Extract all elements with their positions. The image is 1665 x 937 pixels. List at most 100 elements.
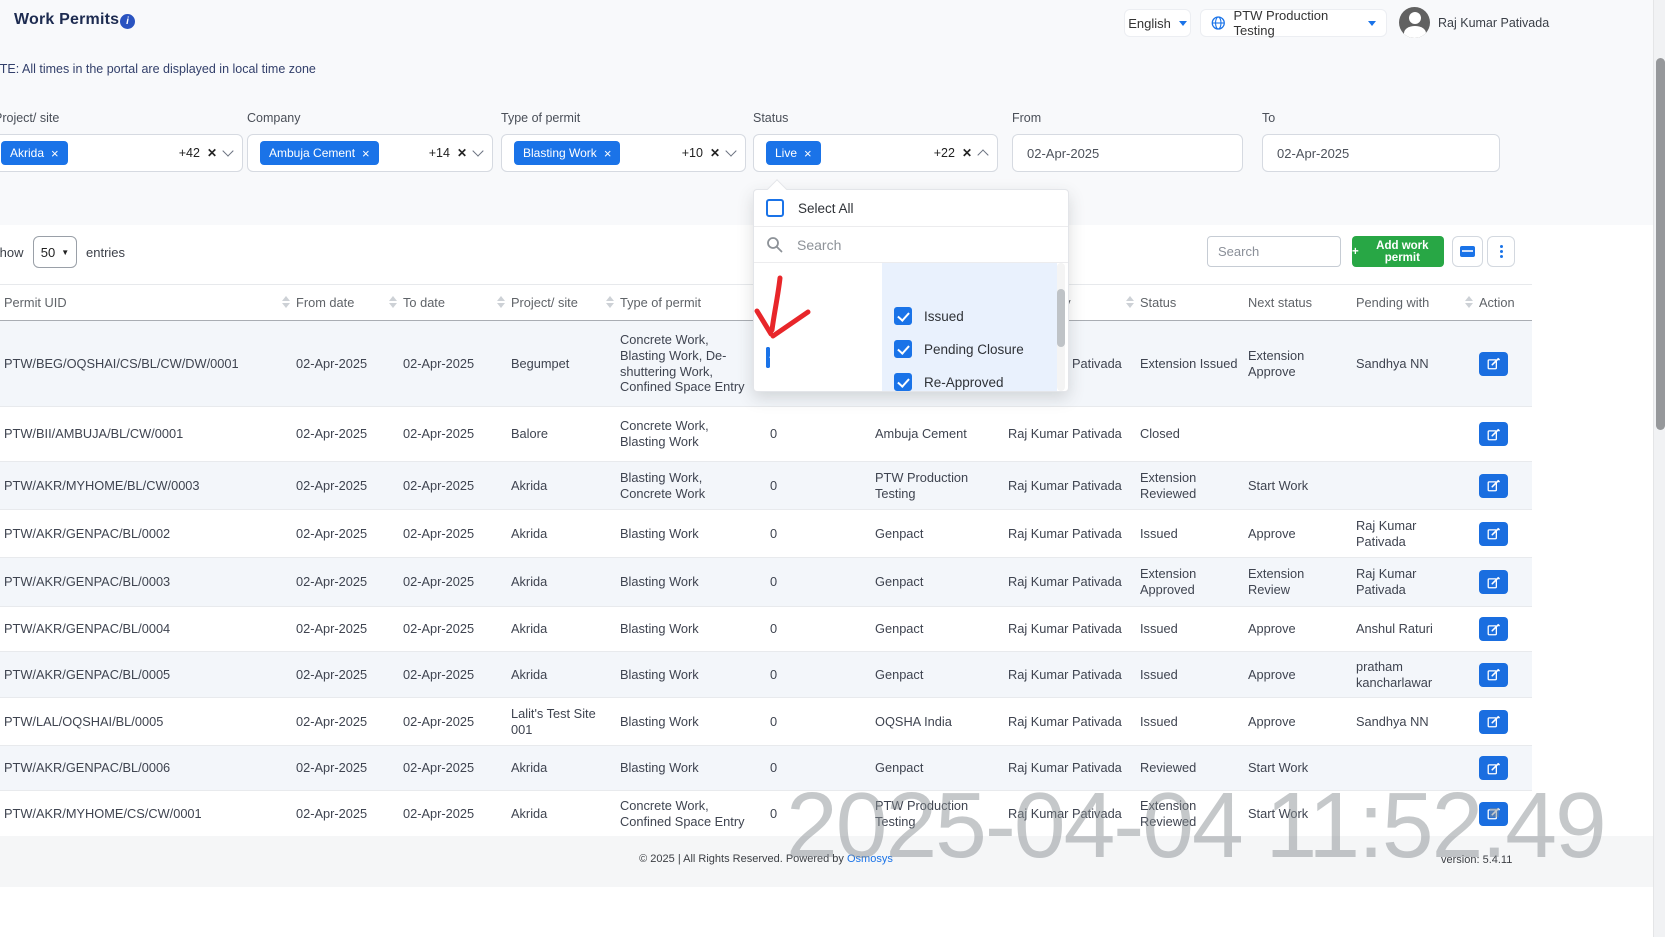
dropdown-search-input[interactable] [797, 237, 1017, 253]
status-chip[interactable]: Live× [766, 141, 821, 165]
chevron-up-icon[interactable] [977, 149, 988, 160]
edit-permit-button[interactable] [1479, 617, 1508, 641]
edit-permit-button[interactable] [1479, 663, 1508, 687]
to-date-field[interactable]: 02-Apr-2025 [1262, 134, 1500, 172]
clear-icon[interactable]: ✕ [962, 146, 972, 160]
column-header-permit-uid[interactable]: Permit UID [0, 285, 292, 321]
action-cell [1475, 462, 1532, 510]
cell: 02-Apr-2025 [292, 510, 399, 558]
clear-icon[interactable]: ✕ [710, 146, 720, 160]
more-count: +22 [934, 146, 955, 160]
page-scrollbar[interactable] [1653, 0, 1665, 937]
user-menu[interactable]: Raj Kumar Pativada [1399, 7, 1549, 38]
action-cell [1475, 607, 1532, 652]
edit-permit-button[interactable] [1479, 422, 1508, 446]
from-date-field[interactable]: 02-Apr-2025 [1012, 134, 1243, 172]
edit-permit-button[interactable] [1479, 352, 1508, 376]
status-option-re-approved[interactable]: Re-Approved [894, 367, 1004, 397]
cell: 02-Apr-2025 [399, 607, 507, 652]
column-header-to-date[interactable]: To date [399, 285, 507, 321]
chevron-down-icon[interactable] [472, 145, 483, 156]
cell: Blasting Work [616, 558, 766, 607]
company-chip[interactable]: Ambuja Cement× [260, 141, 379, 165]
option-checkbox[interactable] [894, 340, 912, 358]
type-of-permit-filter[interactable]: Blasting Work× +10✕ [501, 134, 746, 172]
cell: Extension Approve [1244, 321, 1352, 407]
avatar [1399, 7, 1430, 38]
edit-permit-button[interactable] [1479, 710, 1508, 734]
sort-icon [282, 296, 290, 308]
column-header-project-site[interactable]: Project/ site [507, 285, 616, 321]
option-checkbox[interactable] [894, 307, 912, 325]
edit-icon [1487, 527, 1500, 540]
option-label: Pending Closure [924, 342, 1024, 357]
status-filter[interactable]: Live× +22 ✕ [753, 134, 998, 172]
osmosys-link[interactable]: Osmosys [847, 853, 893, 865]
organization-dropdown[interactable]: PTW Production Testing [1200, 9, 1387, 37]
cell: 0 [766, 510, 871, 558]
project-site-filter[interactable]: Akrida× +42✕ [0, 134, 243, 172]
page-scrollbar-thumb[interactable] [1656, 58, 1665, 430]
column-header-type-of-permit[interactable]: Type of permit [616, 285, 766, 321]
entries-label: entries [86, 245, 125, 260]
page-title: Work Permits [14, 11, 119, 29]
more-options-button[interactable] [1487, 236, 1515, 267]
table-row: PTW/AKR/MYHOME/CS/CW/000102-Apr-202502-A… [0, 791, 1532, 837]
cell: Extension Approved [1136, 558, 1244, 607]
clear-icon[interactable]: ✕ [207, 146, 217, 160]
status-option-pending-closure[interactable]: Pending Closure [894, 334, 1024, 364]
action-cell [1475, 407, 1532, 462]
edit-permit-button[interactable] [1479, 802, 1508, 826]
chip-remove-icon[interactable]: × [604, 147, 612, 160]
table-row: PTW/AKR/GENPAC/BL/000602-Apr-202502-Apr-… [0, 746, 1532, 791]
edit-permit-button[interactable] [1479, 474, 1508, 498]
cell: Anshul Raturi [1352, 607, 1475, 652]
status-option-issued[interactable]: Issued [894, 301, 964, 331]
language-dropdown[interactable]: English [1124, 9, 1191, 37]
cell: Raj Kumar Pativada [1352, 510, 1475, 558]
table-row: PTW/BII/AMBUJA/BL/CW/000102-Apr-202502-A… [0, 407, 1532, 462]
column-header-next-status: Next status [1244, 285, 1352, 321]
cell: Raj Kumar Pativada [1004, 652, 1136, 698]
chip-remove-icon[interactable]: × [804, 147, 812, 160]
info-icon[interactable]: i [120, 14, 135, 29]
edit-permit-button[interactable] [1479, 756, 1508, 780]
status-label: Status [753, 111, 788, 125]
type-of-permit-chip[interactable]: Blasting Work× [514, 141, 620, 165]
column-header-from-date[interactable]: From date [292, 285, 399, 321]
cell: 0 [766, 558, 871, 607]
cell: Akrida [507, 558, 616, 607]
from-date-value: 02-Apr-2025 [1027, 146, 1099, 161]
column-header-pending-with[interactable]: Pending with [1352, 285, 1475, 321]
cell: Approve [1244, 698, 1352, 746]
select-all-checkbox[interactable] [766, 199, 784, 217]
clear-icon[interactable]: ✕ [457, 146, 467, 160]
select-all-option[interactable]: Select All [754, 190, 1068, 227]
chip-remove-icon[interactable]: × [51, 147, 59, 160]
company-filter[interactable]: Ambuja Cement× +14✕ [247, 134, 493, 172]
unlabeled-option-checkbox[interactable] [766, 347, 770, 368]
card-view-button[interactable] [1452, 236, 1483, 267]
dropdown-scrollbar-thumb[interactable] [1057, 289, 1065, 347]
chevron-down-icon[interactable] [725, 145, 736, 156]
edit-permit-button[interactable] [1479, 570, 1508, 594]
cell: Blasting Work, Concrete Work [616, 462, 766, 510]
table-search-input[interactable] [1207, 236, 1341, 267]
table-body: PTW/BEG/OQSHAI/CS/BL/CW/DW/000102-Apr-20… [0, 321, 1532, 837]
cell: 0 [766, 698, 871, 746]
dropdown-scrollbar[interactable] [1057, 263, 1065, 391]
cell: Akrida [507, 607, 616, 652]
edit-permit-button[interactable] [1479, 522, 1508, 546]
timezone-note: NOTE: All times in the portal are displa… [0, 62, 316, 76]
cell [1352, 746, 1475, 791]
cell: Concrete Work, Confined Space Entry [616, 791, 766, 837]
option-checkbox[interactable] [894, 373, 912, 391]
page-size-select[interactable]: 50 ▼ [33, 236, 77, 268]
edit-icon [1487, 428, 1500, 441]
chevron-down-icon[interactable] [222, 145, 233, 156]
select-all-label: Select All [798, 201, 854, 216]
action-cell [1475, 652, 1532, 698]
add-work-permit-button[interactable]: +Add work permit [1352, 236, 1444, 267]
project-site-chip[interactable]: Akrida× [1, 141, 68, 165]
chip-remove-icon[interactable]: × [362, 147, 370, 160]
